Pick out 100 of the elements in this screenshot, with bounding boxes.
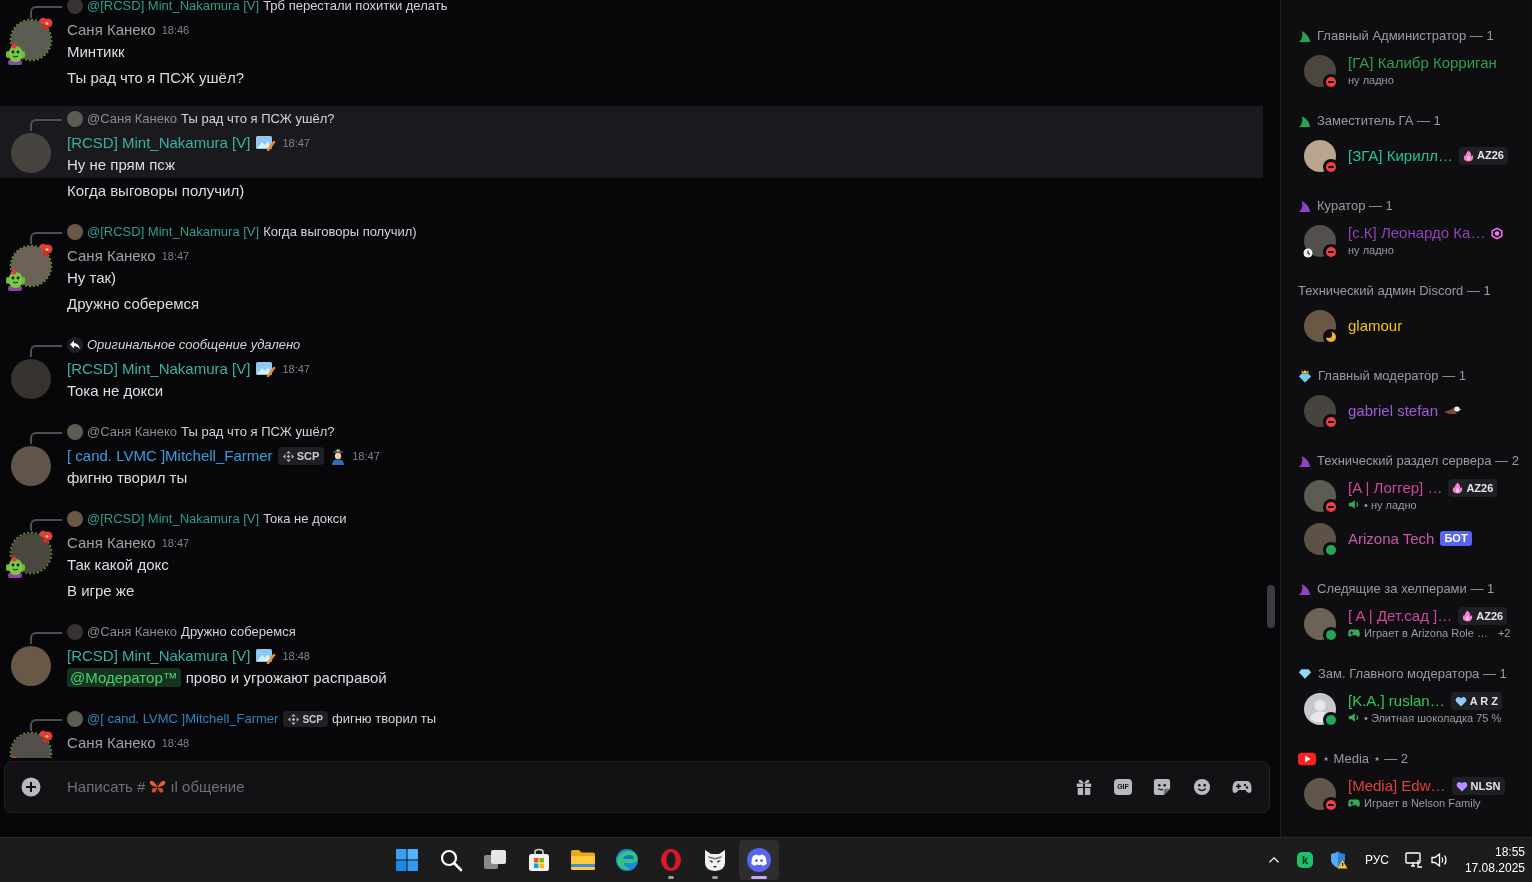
message-text: Тока не докси (67, 381, 164, 401)
reply-message-preview[interactable]: фигню творил ты (331, 712, 437, 726)
role-group-title: Следящие за хелперами — 1 (1317, 581, 1495, 597)
plus-circle-icon (21, 777, 41, 797)
scrollbar-thumb[interactable] (1267, 585, 1275, 628)
member-name[interactable]: [ЗГА] Кирилл… (1348, 146, 1454, 165)
reply-connector-line (30, 632, 62, 644)
message-row[interactable]: @[RCSD] Mint_Nakamura [V] Когда выговоры получил) Саня Канеко 18:47 Ну так) (0, 219, 1263, 291)
reply-author-name[interactable]: @[ cand. LVMC ]Mitchell_Farmer (87, 712, 279, 726)
role-mention-link[interactable]: @Модератор™ (67, 668, 181, 687)
server-tag-label: SCP (296, 448, 320, 464)
message-text: @Модератор™ прово и угрожают расправой (67, 668, 387, 688)
author-name[interactable]: [RCSD] Mint_Nakamura [V] (67, 134, 251, 152)
member-name[interactable]: [ A | Дет.сад ]… (1348, 607, 1453, 625)
wave-circle-icon (615, 848, 639, 872)
reply-connector-line (30, 432, 62, 444)
reply-author-name[interactable]: @Саня Канеко (87, 425, 178, 439)
message-text: Минтикк (67, 42, 125, 62)
reply-message-preview[interactable]: Тока не докси (263, 512, 347, 526)
member-name[interactable]: [ГА] Калибр Корриган (1348, 54, 1497, 72)
message-row[interactable]: @[RCSD] Mint_Nakamura [V] Тока не докси Саня Канеко 18:47 Так какой докс (0, 506, 1263, 578)
message-text: Так какой докс (67, 555, 169, 575)
role-group-title: ⋆ Media ⋆ — 2 (1322, 751, 1409, 767)
member-name[interactable]: [Media] Edw… (1348, 777, 1446, 795)
role-group-title: Технический админ Discord — 1 (1298, 283, 1491, 299)
gamepad-face-icon (747, 848, 771, 872)
gamepad-icon (1348, 627, 1360, 638)
reply-message-preview[interactable]: Трб перестали похитки делать (263, 0, 448, 13)
member-name[interactable]: glamour (1348, 316, 1403, 335)
add-attachment-button[interactable] (21, 777, 41, 797)
role-group-title: Главный модератор — 1 (1318, 368, 1467, 384)
sticker-button[interactable] (1152, 777, 1172, 797)
input-language-indicator[interactable]: РУС (1364, 851, 1389, 869)
hovered-message-highlight[interactable]: @Саня Канеко Ты рад что я ПСЖ ушёл? [RCSD] Mint_Nakamura [V] 18:47 Ну не прям псж (0, 106, 1263, 178)
message-time: 18:47 (282, 362, 310, 376)
police-officer-icon (330, 447, 347, 465)
reply-author-name[interactable]: @[RCSD] Mint_Nakamura [V] (87, 0, 260, 13)
message-row[interactable]: @Саня Канеко Дружно соберемся [RCSD] Mint_Nakamura [V] 18:48 @Модератор™ прово и угрожают расправой (0, 619, 1263, 691)
message-time: 18:47 (282, 136, 310, 150)
reply-author-name[interactable]: @Саня Канеко (87, 625, 178, 639)
reply-message-preview[interactable]: Ты рад что я ПСЖ ушёл? (181, 112, 335, 126)
server-tag-label: AZ26 (1466, 480, 1494, 496)
gift-icon (1075, 778, 1093, 796)
author-name[interactable]: Саня Канеко (67, 21, 156, 39)
author-name[interactable]: [RCSD] Mint_Nakamura [V] (67, 360, 251, 378)
reply-message-preview[interactable]: Дружно соберемся (181, 625, 296, 639)
shield-warning-icon[interactable] (1329, 851, 1348, 869)
author-name[interactable]: Саня Канеко (67, 247, 156, 265)
member-name[interactable]: Arizona Tech (1348, 529, 1435, 548)
message-row[interactable]: Оригинальное сообщение удалено [RCSD] Mint_Nakamura [V] 18:47 Тока не докси (0, 332, 1263, 404)
server-tag[interactable]: SCP (283, 711, 328, 727)
server-tag[interactable]: NLSN (1451, 777, 1505, 795)
author-name[interactable]: Саня Канеко (67, 734, 156, 752)
message-time: 18:47 (161, 249, 190, 263)
message-row[interactable]: @[RCSD] Mint_Nakamura [V] Трб перестали похитки делать Саня Канеко 18:46 Минтикк (0, 0, 1263, 65)
reply-author-name[interactable]: @[RCSD] Mint_Nakamura [V] (87, 512, 260, 526)
server-tag[interactable]: A R Z (1450, 692, 1502, 710)
author-name[interactable]: Саня Канеко (67, 534, 156, 552)
member-activity: Играет в Nelson Family (1364, 795, 1481, 810)
monitor-network-icon[interactable] (1405, 852, 1423, 868)
message-text: Ну не прям псж (67, 155, 176, 175)
member-name[interactable]: [K.A.] ruslan… (1348, 692, 1445, 710)
message-input-field[interactable]: Написать # ıl общение (67, 775, 1074, 799)
role-group-title: Технический раздел сервера — 2 (1317, 453, 1519, 469)
speaker-icon[interactable] (1431, 852, 1449, 868)
server-tag[interactable]: AZ26 (1459, 146, 1508, 165)
message-time: 18:48 (282, 649, 310, 663)
author-name[interactable]: [RCSD] Mint_Nakamura [V] (67, 647, 251, 665)
start-icon (395, 848, 419, 872)
message-text: Ты рад что я ПСЖ ушёл? (67, 68, 244, 88)
reply-avatar-photo (67, 424, 83, 440)
server-tag-label: NLSN (1470, 778, 1501, 794)
reply-avatar-photo (67, 624, 83, 640)
server-tag-label: SCP (302, 712, 323, 727)
emoji-button[interactable] (1192, 777, 1212, 797)
clock-time[interactable]: 18:55 (1494, 844, 1525, 860)
member-activity: ну ладно (1348, 242, 1394, 257)
letter-logo-tray-button[interactable]: k (1296, 852, 1313, 868)
clock-date[interactable]: 17.08.2025 (1464, 860, 1525, 876)
reply-message-preview[interactable]: Ты рад что я ПСЖ ушёл? (181, 425, 335, 439)
server-tag[interactable]: AZ26 (1448, 479, 1498, 497)
message-time: 18:46 (161, 23, 190, 37)
member-name[interactable]: gabriel stefan (1348, 401, 1439, 420)
gift-button[interactable] (1074, 777, 1094, 797)
reply-author-name[interactable]: @Саня Канеко (87, 112, 178, 126)
server-tag[interactable]: AZ26 (1458, 607, 1508, 625)
taskbar-app-button[interactable] (739, 840, 779, 880)
deleted-reply-notice: Оригинальное сообщение удалено (87, 338, 301, 352)
message-row[interactable]: @Саня Канеко Ты рад что я ПСЖ ушёл? [ cand. LVMC ]Mitchell_Farmer SCP 18:47 фигню творил ты (0, 419, 1263, 491)
author-name[interactable]: [ cand. LVMC ]Mitchell_Farmer (67, 447, 273, 465)
bot-tag: БОТ (1440, 531, 1472, 546)
reply-avatar-photo (67, 111, 83, 127)
server-tag[interactable]: SCP (277, 447, 325, 465)
arrows-diamond-icon (288, 713, 300, 725)
reply-author-name[interactable]: @[RCSD] Mint_Nakamura [V] (87, 225, 260, 239)
reply-avatar-photo (67, 0, 83, 14)
member-activity: • Элитная шоколадка 75 % (1364, 710, 1502, 725)
member-name[interactable]: [A | Логгер] … (1348, 479, 1443, 497)
sticker-icon (1153, 778, 1171, 796)
reply-message-preview[interactable]: Когда выговоры получил) (263, 225, 417, 239)
